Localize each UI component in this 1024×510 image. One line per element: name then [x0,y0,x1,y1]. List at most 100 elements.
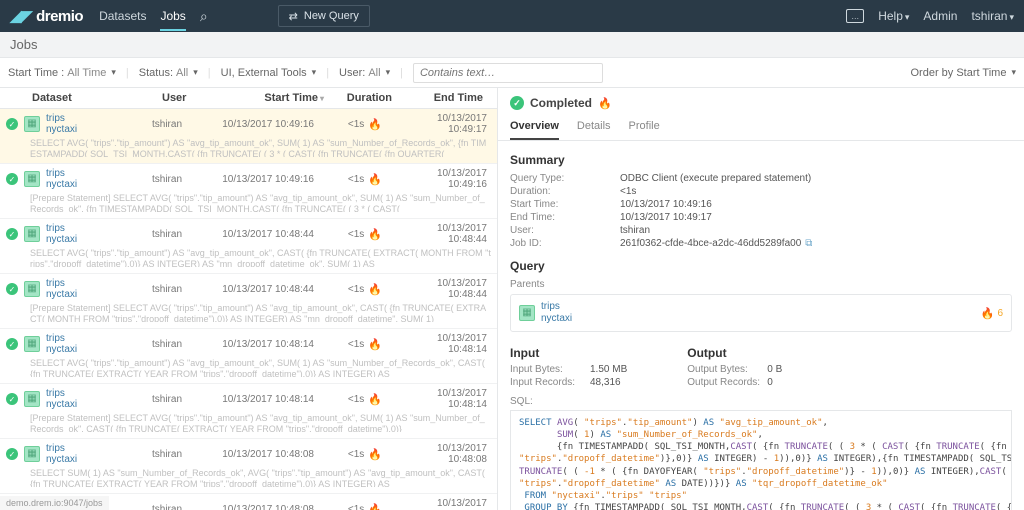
fire-icon: 🔥 [368,228,382,241]
dataset-icon [24,281,40,297]
filter-bar: Start Time : All Time ▾ | Status: All ▾ … [0,58,1024,88]
job-sql-preview: [Prepare Statement] SELECT AVG( "trips".… [6,190,491,212]
fire-icon: 🔥 [598,97,612,110]
job-row[interactable]: ✓ trips nyctaxi tshiran 10/13/2017 10:49… [0,164,497,219]
dataset-names: trips nyctaxi [46,168,152,190]
dataset-names: trips nyctaxi [46,113,152,135]
job-sql-preview: SELECT SUM( 1) AS "sum_Number_of_Records… [6,465,491,487]
job-end: 10/13/2017 10:48:44 [404,278,491,300]
job-user: tshiran [152,504,206,510]
copy-icon[interactable]: ⧉ [805,238,812,249]
narwhal-icon: ◢◤ [10,7,32,25]
job-user: tshiran [152,449,206,460]
job-sql-preview: SELECT AVG( "trips"."tip_amount") AS "av… [6,135,491,157]
job-end: 10/13/2017 10:48:14 [404,333,491,355]
job-duration: <1s🔥 [324,338,404,351]
sql-box[interactable]: SELECT AVG( "trips"."tip_amount") AS "av… [510,410,1012,510]
admin-link[interactable]: Admin [923,9,957,23]
dataset-names: trips nyctaxi [46,443,152,465]
job-start: 10/13/2017 10:48:08 [206,504,324,510]
col-end-time[interactable]: End Time [414,92,489,104]
job-row[interactable]: ✓ trips nyctaxi tshiran 10/13/2017 10:48… [0,329,497,384]
tab-overview[interactable]: Overview [510,114,559,140]
job-row[interactable]: ✓ trips nyctaxi tshiran 10/13/2017 10:48… [0,384,497,439]
output-row: Output Bytes:0 B [687,364,782,375]
status-icon: ✓ [6,448,18,460]
summary-row: Start Time:10/13/2017 10:49:16 [510,199,1012,210]
job-sql-preview: SELECT AVG( "trips"."tip_amount") AS "av… [6,355,491,377]
col-start-time[interactable]: Start Time▾ [216,92,334,104]
job-duration: <1s🔥 [324,503,404,510]
tab-details[interactable]: Details [577,114,611,140]
job-start: 10/13/2017 10:48:14 [206,339,324,350]
col-user[interactable]: User [162,92,216,104]
new-query-button[interactable]: ⇄ New Query [278,5,370,27]
filter-type[interactable]: UI, External Tools ▾ [221,67,317,79]
acceleration-badge: 🔥 6 [981,307,1003,320]
topbar: ◢◤ dremio Datasets Jobs ⌕ ⇄ New Query … … [0,0,1024,32]
job-sql-preview: [Prepare Statement] SELECT AVG( "trips".… [6,300,491,322]
job-detail-panel: ✓ Completed 🔥 Overview Details Profile S… [498,88,1024,510]
summary-row: End Time:10/13/2017 10:49:17 [510,212,1012,223]
overview-panel: Summary Query Type:ODBC Client (execute … [498,141,1024,510]
nav-datasets[interactable]: Datasets [99,9,146,23]
summary-row: Duration:<1s [510,186,1012,197]
filter-start-time[interactable]: Start Time : All Time ▾ [8,67,116,79]
job-row[interactable]: ✓ trips nyctaxi tshiran 10/13/2017 10:48… [0,219,497,274]
job-end: 10/13/2017 10:48:08 [404,443,491,465]
filter-contains-input[interactable] [413,63,603,83]
job-duration: <1s🔥 [324,448,404,461]
filter-status[interactable]: Status: All ▾ [139,67,198,79]
job-user: tshiran [152,174,206,185]
job-user: tshiran [152,339,206,350]
job-list[interactable]: ✓ trips nyctaxi tshiran 10/13/2017 10:49… [0,109,497,510]
top-right: … Help▾ Admin tshiran▾ [846,9,1014,23]
job-row[interactable]: ✓ trips nyctaxi tshiran 10/13/2017 10:49… [0,109,497,164]
user-menu[interactable]: tshiran▾ [971,9,1014,23]
status-icon: ✓ [6,118,18,130]
filter-user[interactable]: User: All ▾ [339,67,390,79]
tab-profile[interactable]: Profile [629,114,660,140]
job-start: 10/13/2017 10:49:16 [206,174,324,185]
job-end: 10/13/2017 10:49:16 [404,168,491,190]
main-area: Dataset User Start Time▾ Duration End Ti… [0,88,1024,510]
job-start: 10/13/2017 10:48:14 [206,394,324,405]
job-end: 10/13/2017 10:49:17 [404,113,491,135]
job-duration: <1s🔥 [324,118,404,131]
job-user: tshiran [152,119,206,130]
fire-icon: 🔥 [368,503,382,510]
col-dataset[interactable]: Dataset [32,92,162,104]
dataset-icon [519,305,535,321]
help-menu[interactable]: Help▾ [878,9,909,23]
chat-icon[interactable]: … [846,9,864,23]
dataset-icon [24,226,40,242]
order-by[interactable]: Order by Start Time ▾ [910,67,1016,79]
status-icon: ✓ [6,228,18,240]
summary-title: Summary [510,153,1012,167]
fire-icon: 🔥 [981,307,995,320]
page-title: Jobs [0,32,1024,58]
job-sql-preview: [Prepare Statement] SELECT AVG( "trips".… [6,410,491,432]
job-user: tshiran [152,394,206,405]
job-duration: <1s🔥 [324,228,404,241]
col-duration[interactable]: Duration [334,92,414,104]
statusbar-url: demo.drem.io:9047/jobs [0,496,109,510]
job-list-header: Dataset User Start Time▾ Duration End Ti… [0,88,497,109]
parents-card[interactable]: trips nyctaxi 🔥 6 [510,294,1012,332]
logo[interactable]: ◢◤ dremio [10,7,83,25]
status-icon: ✓ [6,393,18,405]
check-icon: ✓ [510,96,524,110]
query-title: Query [510,259,1012,273]
job-start: 10/13/2017 10:48:44 [206,229,324,240]
dataset-icon [24,336,40,352]
completed-label: Completed [530,96,592,110]
job-row[interactable]: ✓ trips nyctaxi tshiran 10/13/2017 10:48… [0,439,497,494]
status-icon: ✓ [6,283,18,295]
nav-jobs[interactable]: Jobs [160,9,185,31]
search-icon[interactable]: ⌕ [200,8,208,25]
job-sql-preview: SELECT AVG( "trips"."tip_amount") AS "av… [6,245,491,267]
detail-tabs: Overview Details Profile [498,114,1024,141]
fire-icon: 🔥 [368,283,382,296]
new-query-label: New Query [304,10,359,22]
job-row[interactable]: ✓ trips nyctaxi tshiran 10/13/2017 10:48… [0,274,497,329]
